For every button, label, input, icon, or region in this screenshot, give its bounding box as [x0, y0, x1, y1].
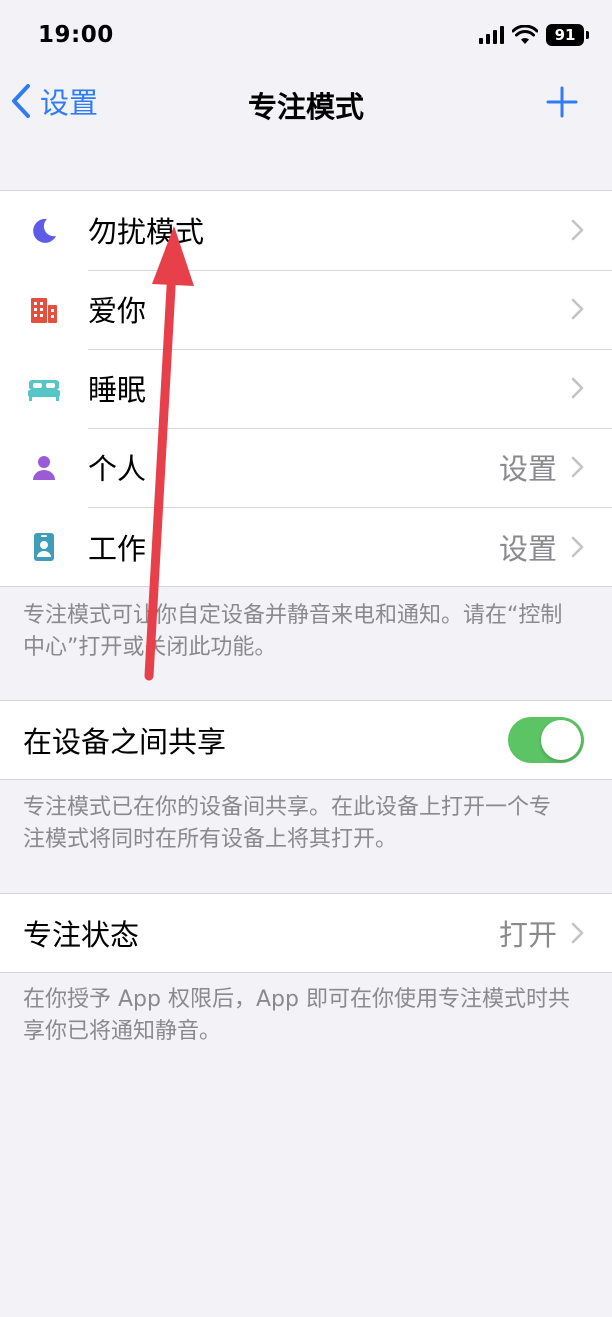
plus-icon	[546, 86, 578, 118]
chevron-right-icon	[571, 298, 584, 320]
focus-mode-label: 个人	[88, 452, 147, 486]
chevron-right-icon	[571, 456, 584, 478]
focus-mode-row-work[interactable]: 工作 设置	[0, 507, 612, 586]
focus-mode-list: 勿扰模式 爱你 睡眠 个人 设置 工作 设置	[0, 190, 612, 587]
focus-status-label: 专注状态	[23, 918, 140, 952]
battery-icon: 91	[546, 24, 589, 46]
status-bar: 19:00 91	[0, 0, 612, 70]
focus-mode-row-love[interactable]: 爱你	[0, 270, 612, 350]
focus-status-value: 打开	[498, 918, 557, 952]
focus-mode-note: 专注模式可让你自定设备并静音来电和通知。请在“控制中心”打开或关闭此功能。	[23, 603, 563, 660]
page-title: 专注模式	[247, 90, 364, 124]
cellular-signal-icon	[479, 26, 504, 44]
chevron-right-icon	[571, 536, 584, 557]
nav-bar: 设置 专注模式	[0, 70, 612, 136]
focus-mode-label: 睡眠	[88, 373, 147, 407]
focus-mode-label: 爱你	[88, 294, 147, 328]
person-icon	[33, 455, 55, 480]
chevron-right-icon	[571, 219, 584, 241]
wifi-icon	[512, 25, 538, 44]
id-badge-icon	[34, 532, 54, 561]
moon-icon	[33, 218, 56, 243]
share-across-devices-toggle[interactable]	[508, 717, 584, 763]
status-time: 19:00	[38, 22, 114, 48]
add-button[interactable]	[546, 86, 578, 118]
focus-mode-row-sleep[interactable]: 睡眠	[0, 349, 612, 429]
share-across-devices-row: 在设备之间共享	[0, 701, 612, 779]
focus-mode-value: 设置	[498, 531, 557, 566]
focus-mode-value: 设置	[498, 452, 557, 486]
focus-mode-label: 工作	[88, 531, 147, 566]
focus-mode-label: 勿扰模式	[88, 215, 205, 249]
focus-status-note: 在你授予 App 权限后，App 即可在你使用专注模式时共享你已将通知静音。	[23, 987, 570, 1044]
chevron-right-icon	[571, 922, 584, 944]
battery-level: 91	[554, 26, 576, 44]
share-note: 专注模式已在你的设备间共享。在此设备上打开一个专注模式将同时在所有设备上将其打开…	[23, 795, 552, 852]
share-across-devices-label: 在设备之间共享	[23, 725, 227, 759]
status-icons: 91	[479, 24, 589, 46]
focus-status-group: 专注状态 打开	[0, 893, 612, 973]
bed-icon	[28, 379, 60, 401]
building-icon	[31, 297, 57, 323]
focus-status-row[interactable]: 专注状态 打开	[0, 894, 612, 972]
focus-mode-row-dnd[interactable]: 勿扰模式	[0, 191, 612, 271]
share-across-devices-group: 在设备之间共享	[0, 700, 612, 780]
chevron-right-icon	[571, 377, 584, 399]
focus-mode-row-personal[interactable]: 个人 设置	[0, 428, 612, 508]
